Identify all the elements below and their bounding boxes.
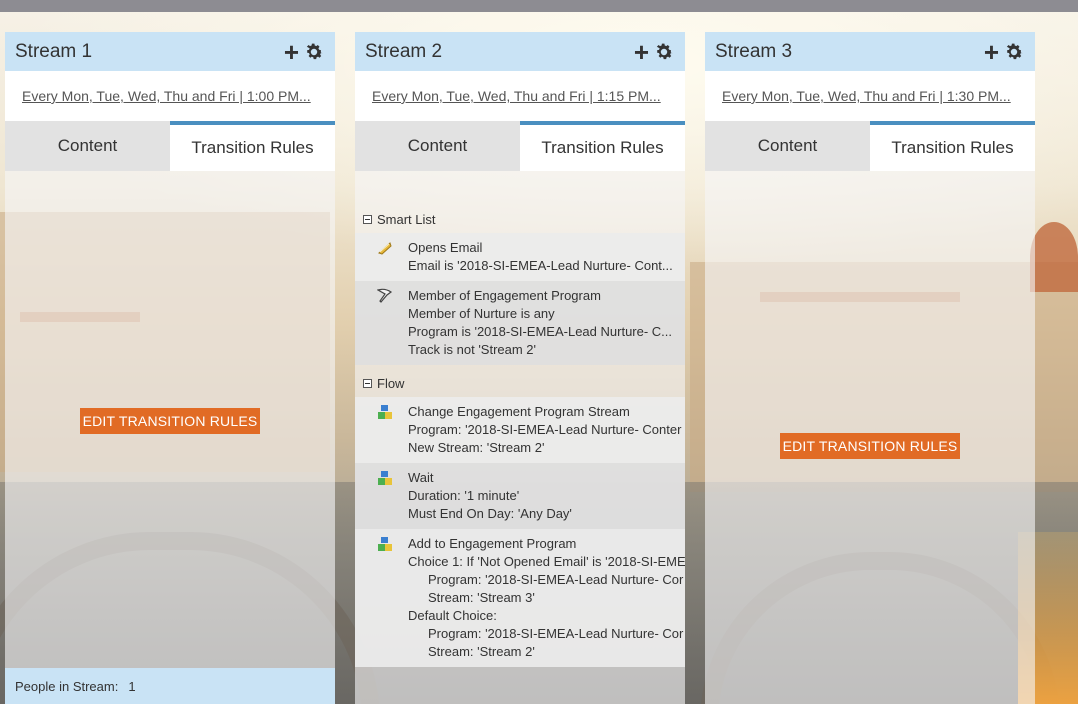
tab-content[interactable]: Content	[355, 121, 520, 171]
edit-transition-rules-button[interactable]: EDIT TRANSITION RULES	[80, 408, 260, 434]
flow-step-icon	[377, 536, 393, 552]
tab-bar: Content Transition Rules	[705, 121, 1035, 171]
stream-header: Stream 3 +	[705, 32, 1035, 71]
section-title: Smart List	[377, 212, 436, 227]
top-bar	[0, 0, 1078, 12]
tab-transition-rules[interactable]: Transition Rules	[520, 121, 685, 171]
stream-title: Stream 2	[365, 40, 443, 62]
flow-step-icon	[377, 470, 393, 486]
smart-list-rule[interactable]: Opens Email Email is '2018-SI-EMEA-Lead …	[355, 233, 685, 281]
schedule-link[interactable]: Every Mon, Tue, Wed, Thu and Fri | 1:15 …	[372, 88, 661, 104]
email-icon	[377, 240, 393, 256]
flow-section[interactable]: Flow	[363, 376, 404, 391]
stream-header: Stream 2 +	[355, 32, 685, 71]
stream-header: Stream 1 +	[5, 32, 335, 71]
edit-transition-rules-button[interactable]: EDIT TRANSITION RULES	[780, 433, 960, 459]
flow-step[interactable]: Add to Engagement Program Choice 1: If '…	[355, 529, 685, 667]
schedule-link[interactable]: Every Mon, Tue, Wed, Thu and Fri | 1:00 …	[22, 88, 311, 104]
tab-bar: Content Transition Rules	[5, 121, 335, 171]
gear-icon[interactable]	[303, 41, 325, 63]
stream-title: Stream 3	[715, 40, 793, 62]
people-in-stream-bar: People in Stream: 1	[5, 668, 335, 704]
section-title: Flow	[377, 376, 405, 391]
flow-step[interactable]: Wait Duration: '1 minute' Must End On Da…	[355, 463, 685, 529]
add-icon[interactable]: +	[984, 39, 999, 65]
flow-step[interactable]: Change Engagement Program Stream Program…	[355, 397, 685, 463]
engagement-filter-icon	[376, 288, 393, 304]
stream-column-3: Stream 3 + Every Mon, Tue, Wed, Thu and …	[705, 32, 1035, 704]
add-icon[interactable]: +	[284, 39, 299, 65]
people-label: People in Stream:	[15, 678, 119, 694]
collapse-icon[interactable]	[363, 379, 372, 388]
flow-step-icon	[377, 404, 393, 420]
tab-content[interactable]: Content	[5, 121, 170, 171]
smart-list-rule[interactable]: Member of Engagement Program Member of N…	[355, 281, 685, 365]
smart-list-section[interactable]: Smart List	[363, 212, 436, 227]
stream-column-1: Stream 1 + Every Mon, Tue, Wed, Thu and …	[5, 32, 335, 704]
gear-icon[interactable]	[1003, 41, 1025, 63]
tab-transition-rules[interactable]: Transition Rules	[170, 121, 335, 171]
stream-title: Stream 1	[15, 40, 93, 62]
add-icon[interactable]: +	[634, 39, 649, 65]
collapse-icon[interactable]	[363, 215, 372, 224]
stream-column-2: Stream 2 + Every Mon, Tue, Wed, Thu and …	[355, 32, 685, 704]
schedule-link[interactable]: Every Mon, Tue, Wed, Thu and Fri | 1:30 …	[722, 88, 1011, 104]
gear-icon[interactable]	[653, 41, 675, 63]
people-count: 1	[128, 678, 136, 694]
tab-content[interactable]: Content	[705, 121, 870, 171]
tab-transition-rules[interactable]: Transition Rules	[870, 121, 1035, 171]
tab-bar: Content Transition Rules	[355, 121, 685, 171]
